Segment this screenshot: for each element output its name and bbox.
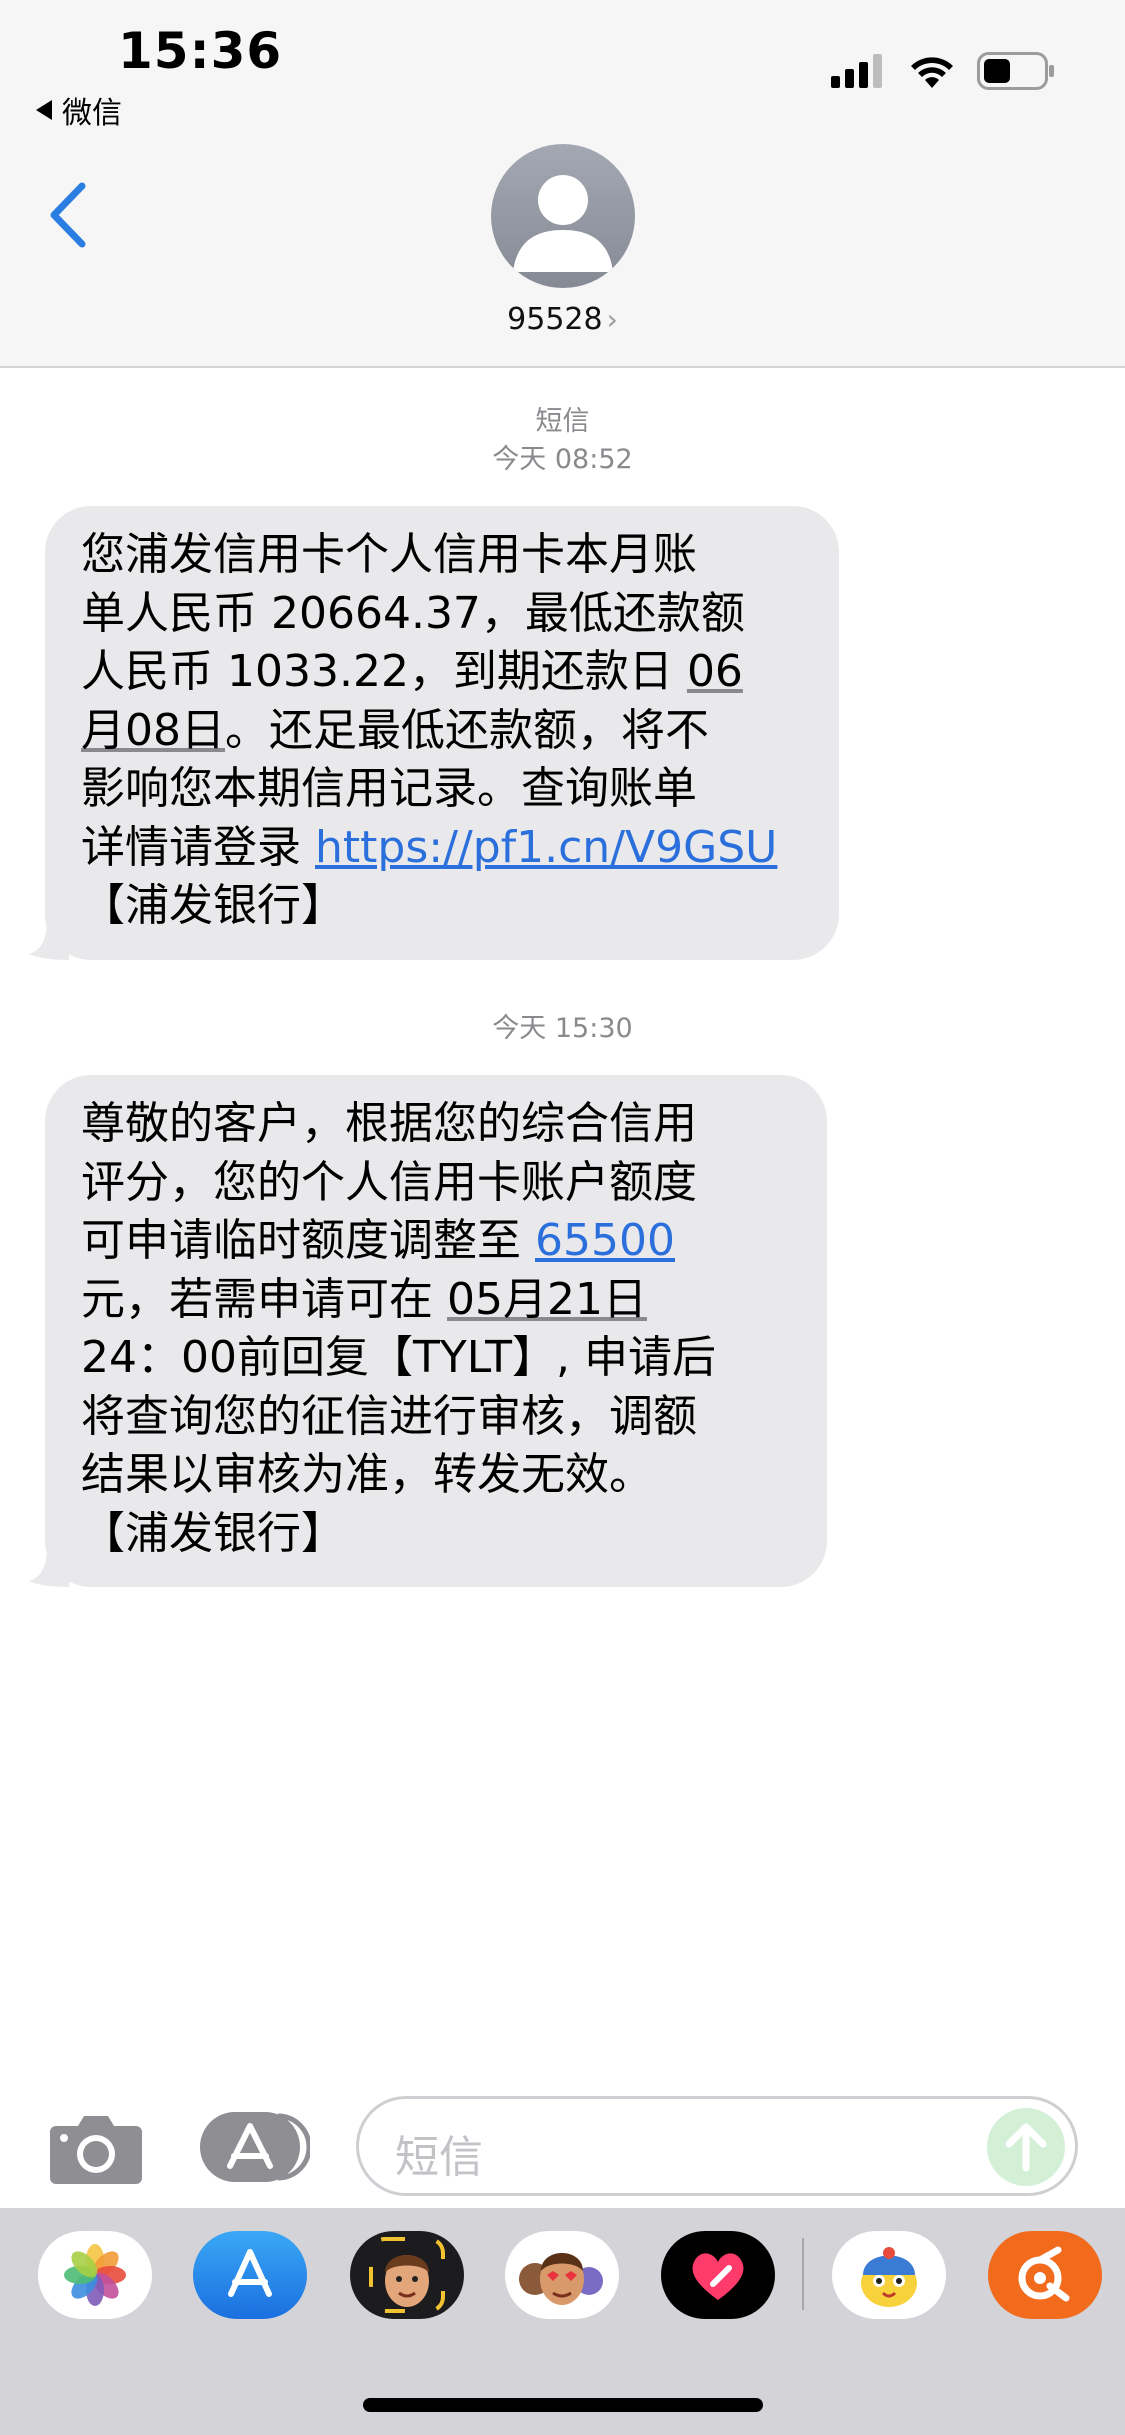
sticker-app-button[interactable]: [832, 2231, 946, 2319]
photos-icon: [64, 2244, 126, 2306]
message-timestamp: 今天 08:52: [492, 444, 633, 475]
contact-name-button[interactable]: 95528 ›: [0, 302, 1125, 337]
contact-avatar[interactable]: [491, 144, 635, 288]
message-line: 元，若需申请可在 05月21日: [81, 1273, 647, 1325]
arrow-up-icon: [1005, 2123, 1047, 2172]
wifi-icon: [911, 57, 953, 88]
message-meta: 今天 15:30: [0, 1010, 1125, 1048]
animoji-app-button[interactable]: [505, 2231, 619, 2319]
message-line: 将查询您的征信进行审核，调额: [81, 1390, 697, 1442]
message-line: 【浦发银行】: [81, 880, 345, 931]
battery-icon: [977, 52, 1054, 90]
message-input[interactable]: 短信: [356, 2096, 1078, 2196]
message-line: 可申请临时额度调整至 65500: [81, 1215, 675, 1266]
photos-app-button[interactable]: [38, 2231, 152, 2319]
bubble-tail: [29, 1547, 69, 1587]
date-link[interactable]: 05月21日: [447, 1274, 647, 1325]
sticker-app-icon: [861, 2247, 917, 2307]
memoji-app-button[interactable]: [350, 2231, 464, 2319]
message-bubble[interactable]: 尊敬的客户，根据您的综合信用 评分，您的个人信用卡账户额度 可申请临时额度调整至…: [29, 1075, 827, 1587]
cellular-signal-icon: [831, 54, 882, 88]
status-icons: [831, 52, 1055, 90]
message-line: 评分，您的个人信用卡账户额度: [81, 1156, 697, 1208]
digital-touch-icon: [692, 2253, 744, 2300]
number-link[interactable]: 65500: [535, 1215, 675, 1266]
back-to-app-link[interactable]: 微信: [36, 88, 122, 132]
message-meta: 短信 今天 08:52: [0, 403, 1125, 479]
app-store-button-icon[interactable]: [200, 2112, 310, 2182]
message-line: 24：00前回复【TYLT】, 申请后: [81, 1332, 717, 1383]
message-line: 影响您本期信用记录。查询账单: [81, 763, 697, 814]
back-chevron-icon[interactable]: [44, 180, 94, 250]
camera-icon[interactable]: [50, 2112, 142, 2184]
message-line: 人民币 1033.22，到期还款日 06: [81, 646, 743, 697]
drawer-divider: [802, 2238, 804, 2310]
back-triangle-icon: [36, 100, 52, 120]
back-app-label: 微信: [62, 96, 122, 131]
status-time: 15:36: [118, 22, 283, 80]
app-store-app-button[interactable]: [193, 2231, 307, 2319]
contact-number: 95528: [507, 302, 603, 337]
chevron-right-icon: ›: [606, 303, 618, 336]
message-line: 【浦发银行】: [81, 1507, 345, 1559]
message-line: 单人民币 20664.37，最低还款额: [81, 587, 745, 639]
message-line: 详情请登录 https://pf1.cn/V9GSU: [81, 821, 778, 873]
digital-touch-app-button[interactable]: [661, 2231, 775, 2319]
app-drawer: [0, 2208, 1125, 2435]
message-line: 您浦发信用卡个人信用卡本月账: [81, 529, 697, 580]
message-line: 尊敬的客户，根据您的综合信用: [81, 1098, 697, 1149]
message-bubble[interactable]: 您浦发信用卡个人信用卡本月账 单人民币 20664.37，最低还款额 人民币 1…: [29, 506, 839, 960]
url-link[interactable]: https://pf1.cn/V9GSU: [315, 822, 777, 873]
date-link[interactable]: 月08日: [81, 705, 225, 756]
send-button[interactable]: [987, 2108, 1065, 2186]
orange-app-icon: [1018, 2246, 1070, 2302]
app-store-icon: [228, 2249, 272, 2297]
person-silhouette-icon: [513, 175, 613, 272]
home-indicator[interactable]: [363, 2398, 763, 2412]
bubble-tail: [29, 920, 69, 960]
message-line: 月08日。还足最低还款额，将不: [81, 704, 709, 756]
service-label: 短信: [535, 406, 590, 437]
conversation-header: 15:36 微信 95528 ›: [0, 0, 1125, 368]
date-link[interactable]: 06: [687, 646, 743, 697]
orange-app-button[interactable]: [988, 2231, 1102, 2319]
memoji-icon: [369, 2237, 445, 2313]
message-input-placeholder: 短信: [395, 2132, 483, 2183]
message-timestamp: 今天 15:30: [492, 1013, 633, 1044]
message-line: 结果以审核为准，转发无效。: [81, 1449, 653, 1500]
animoji-icon: [519, 2253, 603, 2305]
